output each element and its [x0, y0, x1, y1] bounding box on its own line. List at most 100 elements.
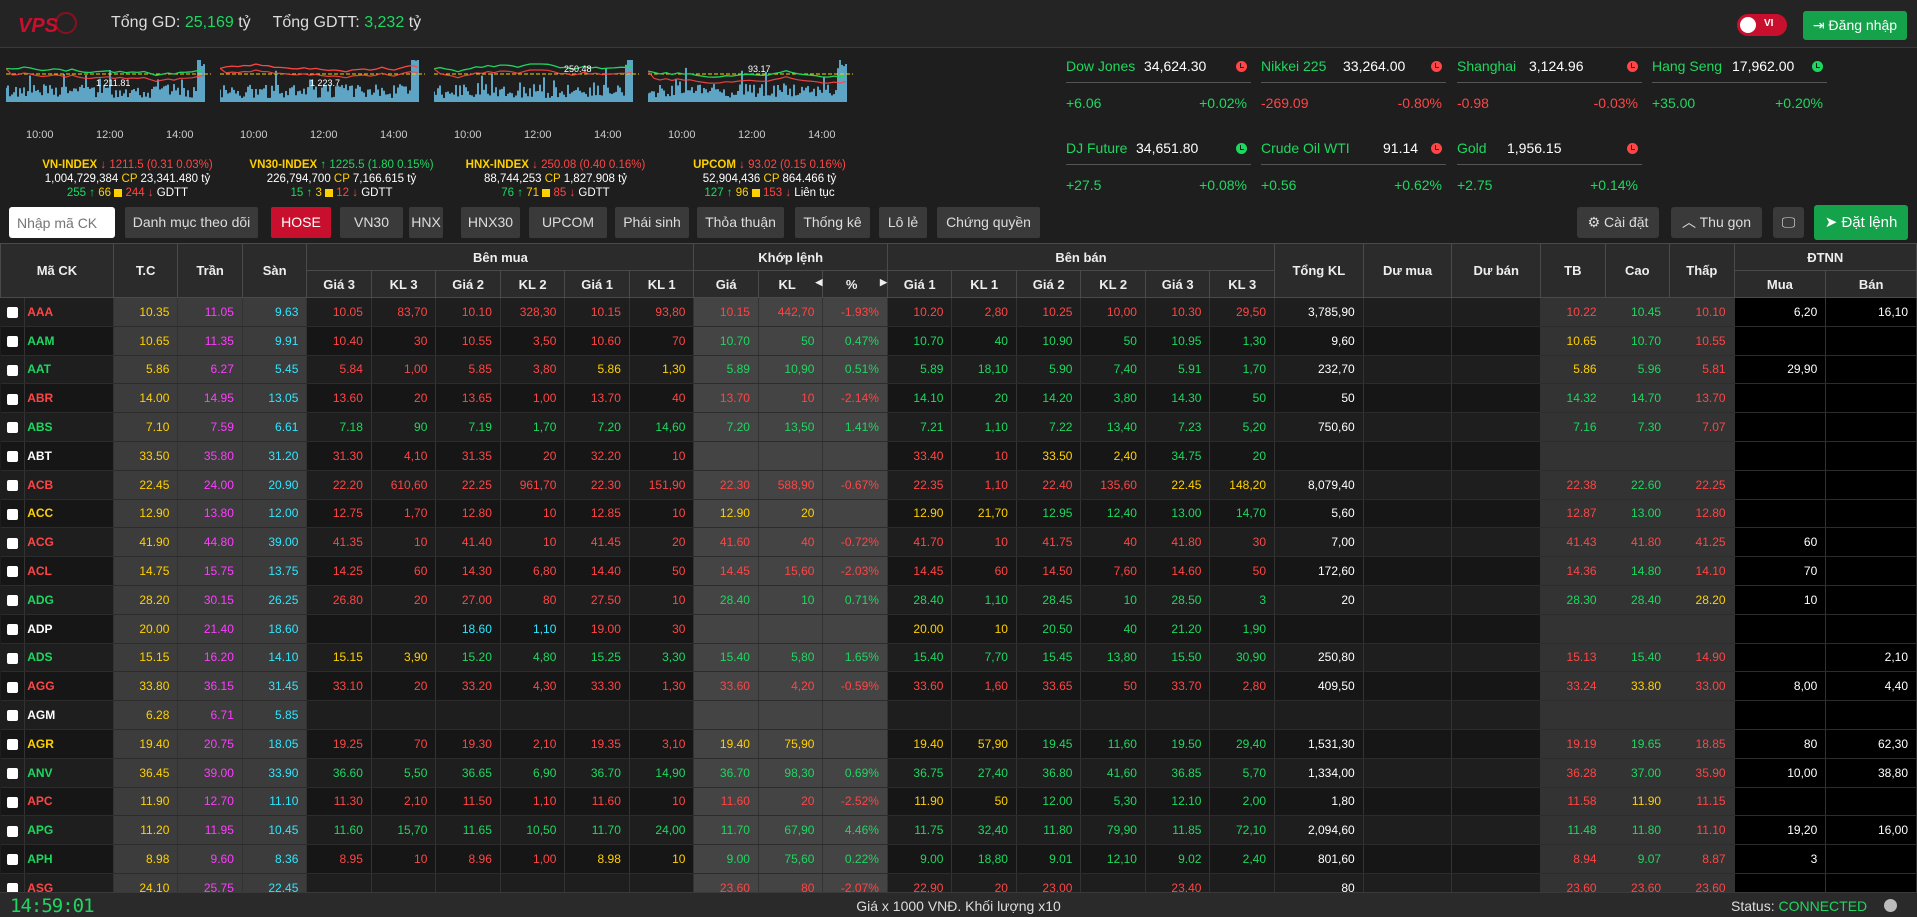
bid-price-2[interactable]: 7.19	[435, 412, 501, 442]
bid-price-1[interactable]	[564, 873, 630, 892]
bid-price-1[interactable]: 19.35	[564, 729, 630, 759]
bid-price-1[interactable]: 11.70	[564, 815, 630, 846]
login-button[interactable]: ⇥ Đăng nhập	[1803, 11, 1907, 40]
ask-price-3[interactable]	[1145, 700, 1211, 730]
bid-price-3[interactable]: 15.15	[306, 643, 372, 673]
bid-price-3[interactable]: 7.18	[306, 412, 372, 442]
tab-thỏa-thuận[interactable]: Thỏa thuận	[697, 207, 784, 238]
row-checkbox[interactable]	[0, 729, 26, 759]
theme-toggle-icon[interactable]	[1884, 899, 1897, 912]
table-row[interactable]: ADG 28.20 30.15 26.25 26.80 20 27.00 80 27.50 10 2…	[0, 585, 1917, 615]
ask-price-2[interactable]: 7.22	[1016, 412, 1082, 442]
ask-price-3[interactable]: 33.70	[1145, 671, 1211, 702]
bid-price-3[interactable]: 14.25	[306, 556, 372, 586]
symbol-cell[interactable]: APC	[24, 787, 114, 817]
symbol-cell[interactable]: ACC	[24, 499, 114, 529]
row-checkbox[interactable]	[0, 383, 26, 414]
collapse-button[interactable]: ︿ Thu gọn	[1671, 207, 1762, 238]
checkbox[interactable]	[6, 652, 18, 664]
bid-price-3[interactable]	[306, 700, 372, 730]
ask-price-3[interactable]: 5.91	[1145, 355, 1211, 385]
ask-price-3[interactable]: 11.85	[1145, 815, 1211, 846]
symbol-cell[interactable]: APH	[24, 844, 114, 874]
ask-price-3[interactable]: 41.80	[1145, 527, 1211, 558]
table-row[interactable]: APC 11.90 12.70 11.10 11.30 2,10 11.50 1,10 11.6…	[0, 787, 1917, 817]
checkbox[interactable]	[6, 364, 18, 376]
symbol-cell[interactable]: ADS	[24, 643, 114, 673]
bid-price-3[interactable]: 10.05	[306, 297, 372, 327]
monitor-view-button[interactable]: 🖵	[1773, 207, 1804, 238]
bid-price-1[interactable]: 7.20	[564, 412, 630, 442]
table-row[interactable]: ABS 7.10 7.59 6.61 7.18 90 7.19 1,70 7.20 14,60 7.…	[0, 412, 1917, 442]
ask-price-1[interactable]: 11.90	[887, 787, 953, 817]
symbol-cell[interactable]: ADG	[24, 585, 114, 615]
table-row[interactable]: ADP 20.00 21.40 18.60 18.60 1,10 19.00 30 20.00 1…	[0, 614, 1917, 644]
world-market-1[interactable]: Nikkei 225 33,264.00 -269.09 -0.80%	[1261, 52, 1446, 122]
ask-price-2[interactable]: 12.00	[1016, 787, 1082, 817]
ask-price-3[interactable]: 34.75	[1145, 441, 1211, 471]
bid-price-2[interactable]: 22.25	[435, 470, 501, 500]
checkbox[interactable]	[6, 307, 18, 319]
symbol-cell[interactable]: ADP	[24, 614, 114, 644]
checkbox[interactable]	[6, 336, 18, 348]
ask-price-1[interactable]: 20.00	[887, 614, 953, 644]
bid-price-3[interactable]: 8.95	[306, 844, 372, 874]
ask-price-1[interactable]: 5.89	[887, 355, 953, 385]
table-row[interactable]: AGG 33.80 36.15 31.45 33.10 20 33.20 4,30 33.30 1…	[0, 671, 1917, 702]
ask-price-2[interactable]: 41.75	[1016, 527, 1082, 558]
symbol-cell[interactable]: APG	[24, 815, 114, 846]
settings-button[interactable]: ⚙ Cài đặt	[1577, 207, 1659, 238]
bid-price-1[interactable]: 22.30	[564, 470, 630, 500]
row-checkbox[interactable]	[0, 873, 26, 892]
ask-price-1[interactable]: 33.60	[887, 671, 953, 702]
bid-price-3[interactable]: 26.80	[306, 585, 372, 615]
ask-price-2[interactable]: 14.50	[1016, 556, 1082, 586]
ask-price-3[interactable]: 21.20	[1145, 614, 1211, 644]
symbol-search-input[interactable]	[9, 207, 115, 238]
row-checkbox[interactable]	[0, 326, 26, 356]
bid-price-3[interactable]: 5.84	[306, 355, 372, 385]
symbol-cell[interactable]: ANV	[24, 758, 114, 788]
bid-price-2[interactable]: 11.50	[435, 787, 501, 817]
table-row[interactable]: ACB 22.45 24.00 20.90 22.20 610,60 22.25 961,70…	[0, 470, 1917, 500]
table-row[interactable]: APH 8.98 9.60 8.36 8.95 10 8.96 1,00 8.98 10 9.00 7…	[0, 844, 1917, 874]
bid-price-2[interactable]: 27.00	[435, 585, 501, 615]
bid-price-2[interactable]: 12.80	[435, 499, 501, 529]
bid-price-3[interactable]	[306, 614, 372, 644]
row-checkbox[interactable]	[0, 671, 26, 702]
bid-price-1[interactable]: 11.60	[564, 787, 630, 817]
bid-price-3[interactable]: 12.75	[306, 499, 372, 529]
table-row[interactable]: ANV 36.45 39.00 33.90 36.60 5,50 36.65 6,90 36.7…	[0, 758, 1917, 788]
ask-price-1[interactable]: 41.70	[887, 527, 953, 558]
row-checkbox[interactable]	[0, 527, 26, 558]
world-market-5[interactable]: Crude Oil WTI 91.14 +0.56 +0.62%	[1261, 134, 1446, 204]
checkbox[interactable]	[6, 883, 18, 892]
symbol-cell[interactable]: ABT	[24, 441, 114, 471]
symbol-cell[interactable]: AAT	[24, 355, 114, 385]
bid-price-3[interactable]: 11.60	[306, 815, 372, 846]
row-checkbox[interactable]	[0, 614, 26, 644]
bid-price-2[interactable]: 18.60	[435, 614, 501, 644]
tab-phái-sinh[interactable]: Phái sinh	[615, 207, 689, 238]
row-checkbox[interactable]	[0, 787, 26, 817]
checkbox[interactable]	[6, 623, 18, 635]
ask-price-3[interactable]: 28.50	[1145, 585, 1211, 615]
ask-price-1[interactable]: 19.40	[887, 729, 953, 759]
ask-price-3[interactable]: 10.95	[1145, 326, 1211, 356]
place-order-button[interactable]: ➤ Đặt lệnh	[1814, 205, 1908, 240]
ask-price-2[interactable]: 33.50	[1016, 441, 1082, 471]
checkbox[interactable]	[6, 767, 18, 779]
symbol-cell[interactable]: AAA	[24, 297, 114, 327]
ask-price-2[interactable]: 20.50	[1016, 614, 1082, 644]
ask-price-3[interactable]: 19.50	[1145, 729, 1211, 759]
checkbox[interactable]	[6, 825, 18, 837]
vps-logo[interactable]: VPS	[14, 10, 84, 40]
bid-price-2[interactable]: 8.96	[435, 844, 501, 874]
ask-price-1[interactable]: 22.35	[887, 470, 953, 500]
caret-right-icon[interactable]: ▶	[880, 277, 887, 288]
ask-price-2[interactable]: 15.45	[1016, 643, 1082, 673]
bid-price-1[interactable]	[564, 700, 630, 730]
ask-price-3[interactable]: 12.10	[1145, 787, 1211, 817]
table-row[interactable]: AAA 10.35 11.05 9.63 10.05 83,70 10.10 328,30 10…	[0, 297, 1917, 327]
row-checkbox[interactable]	[0, 700, 26, 730]
